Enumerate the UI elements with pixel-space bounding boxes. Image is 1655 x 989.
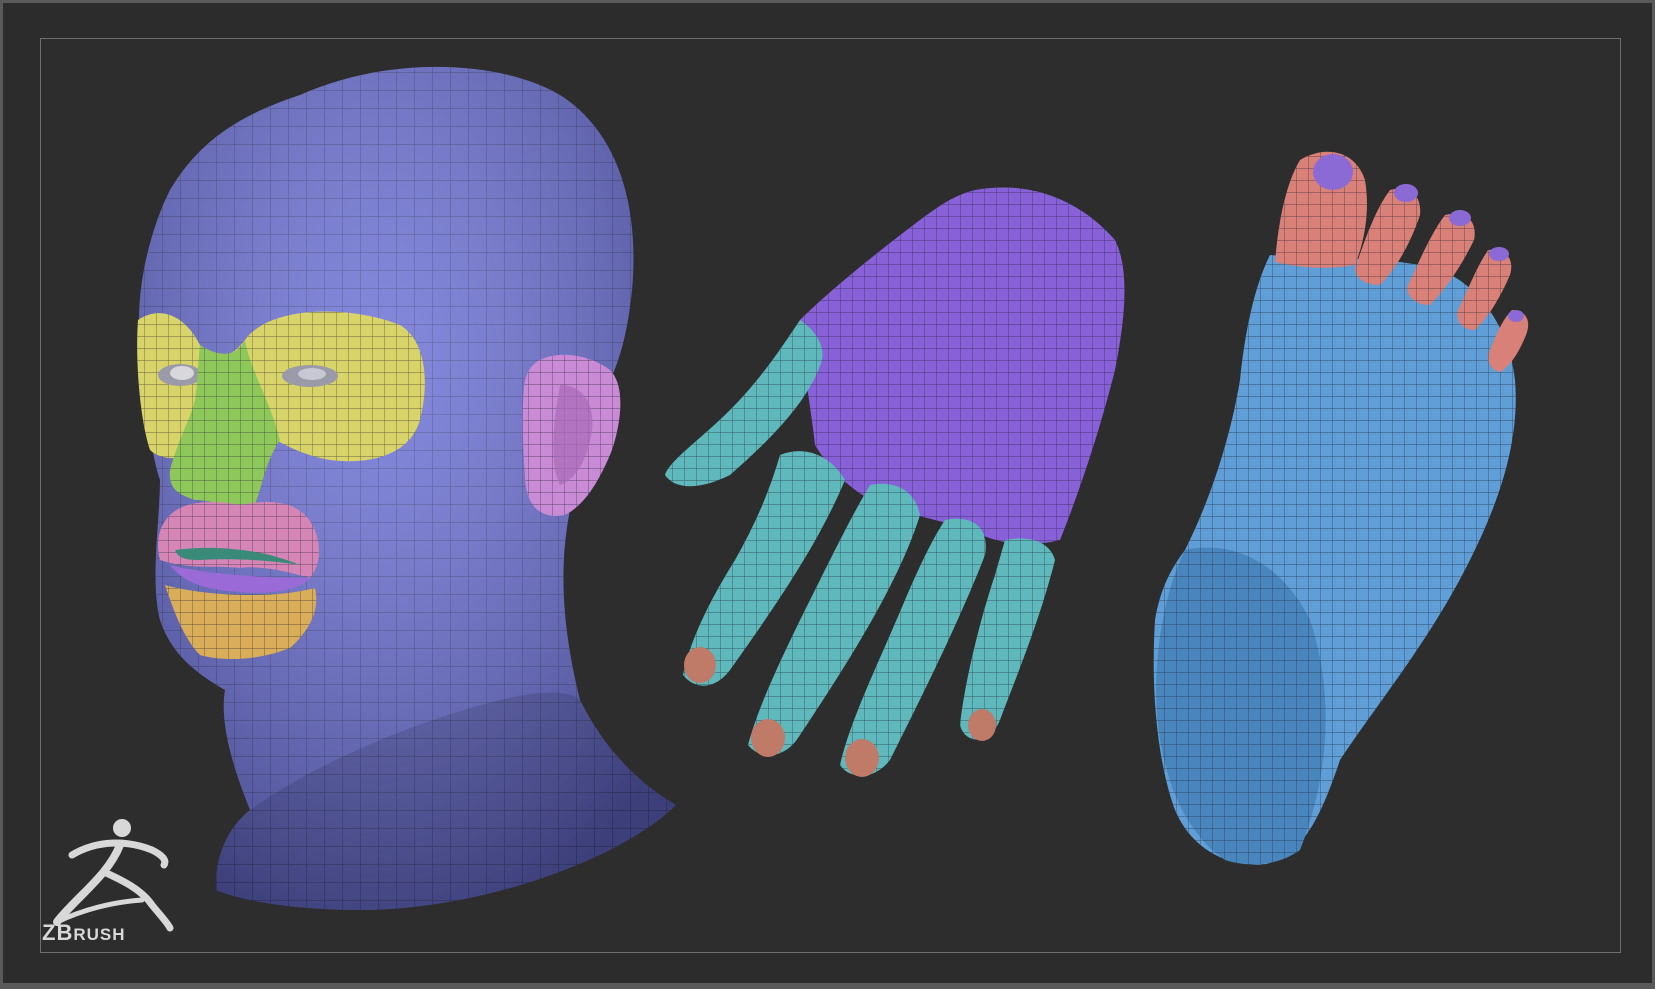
brand-wordmark: ZBRUSH <box>42 920 126 946</box>
brand-prefix: ZB <box>42 920 74 945</box>
head-model[interactable] <box>137 66 676 911</box>
foot-model[interactable] <box>1153 151 1529 865</box>
hand-model[interactable] <box>665 187 1125 777</box>
brand-suffix: RUSH <box>73 925 126 944</box>
model-scene[interactable] <box>0 0 1655 989</box>
